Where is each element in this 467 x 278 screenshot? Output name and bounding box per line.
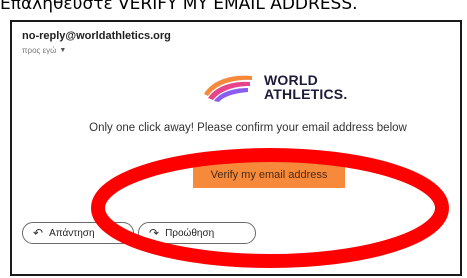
caption-text: Επαληθεύστε VERIFY MY EMAIL ADDRESS. <box>0 0 358 14</box>
sender-address: no-reply@worldathletics.org <box>22 30 171 42</box>
confirm-instructions-text: Only one click away! Please confirm your… <box>89 122 407 134</box>
reply-icon: ↶ <box>33 226 44 240</box>
forward-label: Προώθηση <box>165 227 215 239</box>
chevron-down-icon[interactable]: ▼ <box>59 47 66 54</box>
confirm-instructions: Only one click away! Please confirm your… <box>12 122 460 134</box>
forward-icon: ↷ <box>149 226 160 240</box>
reply-label: Απάντηση <box>49 227 95 239</box>
forward-button[interactable]: ↷ Προώθηση <box>138 222 256 244</box>
logo-text-world: WORLD <box>264 72 318 88</box>
logo-wordmark: WORLD ATHLETICS. <box>264 73 347 101</box>
reply-button[interactable]: ↶ Απάντηση <box>22 222 134 244</box>
world-athletics-logo-icon <box>204 75 252 102</box>
verify-email-button[interactable]: Verify my email address <box>193 162 345 188</box>
recipient-label: προς εγώ <box>22 46 57 55</box>
logo-text-athletics: ATHLETICS. <box>264 86 348 102</box>
world-athletics-logo: WORLD ATHLETICS. <box>202 72 347 102</box>
email-message: no-reply@worldathletics.org προς εγώ ▼ W… <box>10 20 462 276</box>
recipient-line[interactable]: προς εγώ ▼ <box>22 46 66 55</box>
